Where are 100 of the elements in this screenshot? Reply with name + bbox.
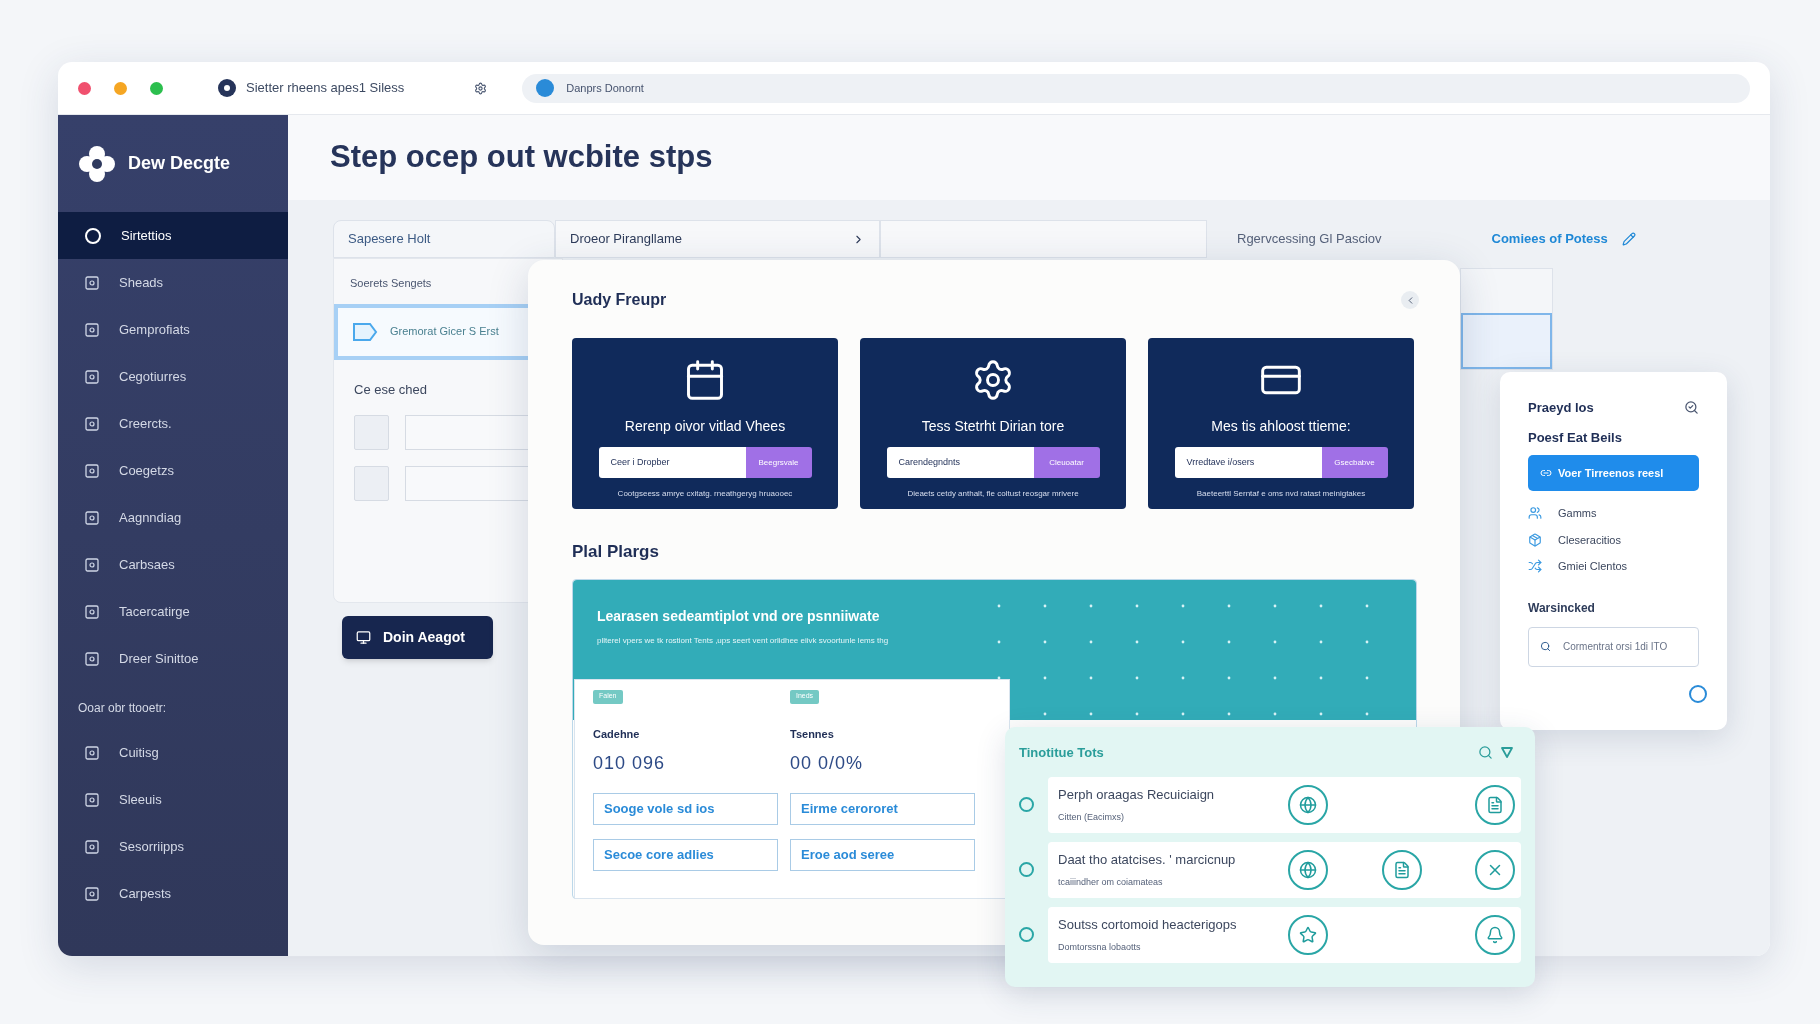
checkbox[interactable]: [354, 415, 389, 450]
search-icon[interactable]: [1478, 745, 1493, 761]
logo-icon: [78, 144, 116, 183]
search-field[interactable]: Cormentrat orsi 1di ITO: [1528, 626, 1699, 667]
section-title: Plal Plargs: [572, 541, 660, 563]
square-icon: [85, 369, 99, 384]
tab[interactable]: Sapesere Holt: [333, 220, 555, 258]
brand-name: Dew Decgte: [128, 152, 231, 175]
address-bar[interactable]: Danprs Donornt: [522, 73, 1750, 103]
document-button[interactable]: [1475, 784, 1515, 825]
panel-item[interactable]: Gamms: [1528, 505, 1699, 522]
panel-title: Tinotitue Tots: [1019, 744, 1104, 762]
banner-subtitle: pllterel vpers we tk rostiont Tents ,ups seert vent orlidhee eiivk svoortunle lems thg: [597, 634, 890, 647]
sidebar-item[interactable]: Creercts.: [58, 400, 288, 447]
globe-button[interactable]: [1288, 784, 1328, 825]
sidebar-item[interactable]: Cegotiurres: [58, 353, 288, 400]
zoom-icon[interactable]: [1684, 400, 1699, 416]
action-button[interactable]: Beegrsvale: [745, 447, 812, 478]
card-title: Tess Stetrht Dirian tore: [921, 417, 1065, 436]
monitor-icon: [356, 630, 371, 645]
square-icon: [85, 322, 99, 337]
row-title: Perph oraagas Recuiciaign: [1058, 786, 1216, 804]
tile-label: Cadehne: [593, 726, 641, 742]
radio[interactable]: [1689, 684, 1707, 703]
input-field[interactable]: Vrredtave i/osers: [1174, 447, 1322, 478]
sidebar-item[interactable]: Gemprofiats: [58, 306, 288, 353]
input-field[interactable]: Ceer i Dropber: [598, 447, 746, 478]
square-icon: [85, 557, 99, 572]
tile-label: Tsennes: [790, 726, 835, 742]
globe-icon: [1299, 795, 1317, 814]
filter-icon[interactable]: [1501, 747, 1513, 759]
link-icon: [1540, 467, 1552, 479]
input-field[interactable]: Carendegndnts: [886, 447, 1034, 478]
sidebar-item[interactable]: Sleeuis: [58, 776, 288, 823]
square-icon: [85, 604, 99, 619]
square-icon: [85, 886, 99, 901]
outline-button[interactable]: Eroe aod seree: [790, 839, 975, 871]
site-icon: [536, 79, 555, 97]
sidebar-item[interactable]: Tacercatirge: [58, 588, 288, 635]
document-icon: [1486, 795, 1504, 814]
panel-title: Praeyd los: [1528, 399, 1594, 417]
card-title: Soerets Sengets: [349, 276, 433, 291]
outline-button[interactable]: Secoe core adlies: [593, 839, 778, 871]
star-button[interactable]: [1288, 914, 1328, 955]
section-title: Ce ese ched: [353, 380, 428, 399]
radio[interactable]: [1019, 862, 1034, 877]
sidebar-item[interactable]: Sirtettios: [58, 212, 288, 259]
shuffle-icon: [1528, 559, 1542, 574]
section-title: Warsincked: [1528, 599, 1596, 617]
tile-value: 010 096: [593, 752, 667, 775]
square-icon: [85, 651, 99, 666]
radio[interactable]: [1019, 927, 1034, 942]
close-button[interactable]: [1475, 849, 1515, 890]
sidebar-item[interactable]: Cuitisg: [58, 729, 288, 776]
sidebar-item[interactable]: Carbsaes: [58, 541, 288, 588]
action-button[interactable]: Cleuoatar: [1033, 447, 1100, 478]
back-button[interactable]: [1401, 291, 1419, 309]
card-note: Dieaets cetdy anthalt, fle coltust reosgar mrivere: [907, 488, 1079, 500]
primary-button[interactable]: Doin Aeagot: [342, 616, 493, 659]
tag-icon: [352, 321, 378, 342]
globe-button[interactable]: [1288, 849, 1328, 890]
row-subtitle: Domtorssna lobaotts: [1058, 940, 1142, 954]
sidebar-item[interactable]: Carpests: [58, 870, 288, 917]
panel-item[interactable]: Gmiei Clentos: [1528, 558, 1699, 575]
list-row[interactable]: Daat tho atatcises. ' marcicnup tcaiiindher om coiamateas: [1048, 841, 1521, 898]
bell-icon: [1486, 925, 1504, 944]
sidebar-item[interactable]: Sheads: [58, 259, 288, 306]
panel-item[interactable]: Cleseracitios: [1528, 531, 1699, 548]
document-icon: [1392, 860, 1411, 879]
sidebar-item[interactable]: Sesorriipps: [58, 823, 288, 870]
square-icon: [85, 275, 99, 290]
package-icon: [1528, 532, 1542, 547]
list-row[interactable]: Perph oraagas Recuiciaign Citten (Eacimxs): [1048, 776, 1521, 833]
card-note: Cootgseess amrye cxitatg. rneathgeryg hruaooec: [617, 488, 793, 500]
action-button[interactable]: Gsecbabve: [1321, 447, 1388, 478]
browser-tab[interactable]: Sietter rheens apes1 Siless: [246, 78, 405, 98]
page-title: Step ocep out wcbite stps: [330, 138, 713, 177]
radio[interactable]: [1019, 797, 1034, 812]
document-button[interactable]: [1381, 849, 1422, 890]
square-icon: [85, 839, 99, 854]
checkbox[interactable]: [354, 466, 389, 501]
outline-button[interactable]: Eirme cerororet: [790, 793, 975, 825]
dropdown[interactable]: Droeor Pirangllame: [555, 220, 880, 258]
sidebar-item[interactable]: Dreer Sinittoe: [58, 635, 288, 682]
outline-button[interactable]: Sooge vole sd ios: [593, 793, 778, 825]
row-title: Daat tho atatcises. ' marcicnup: [1058, 851, 1237, 869]
sidebar-item[interactable]: Coegetzs: [58, 447, 288, 494]
pencil-icon[interactable]: [1621, 232, 1636, 246]
modal-title: Uady Freupr: [572, 290, 667, 310]
section-label: Ooar obr ttooetr:: [77, 700, 168, 717]
bell-button[interactable]: [1475, 914, 1515, 955]
people-icon: [1528, 506, 1542, 521]
tile-value: 00 0/0%: [790, 752, 865, 775]
tab-label: Rgervcessing Gl Pasciov: [1237, 230, 1382, 249]
square-icon: [85, 510, 99, 525]
sidebar-item[interactable]: Aagnndiag: [58, 494, 288, 541]
settings-icon[interactable]: [474, 81, 488, 95]
list-row[interactable]: Soutss cortomoid heacterigops Domtorssna lobaotts: [1048, 906, 1521, 963]
card-note: Baeteerttl Serntaf e oms nvd ratast meinigtakes: [1196, 488, 1366, 500]
square-icon: [85, 792, 99, 807]
